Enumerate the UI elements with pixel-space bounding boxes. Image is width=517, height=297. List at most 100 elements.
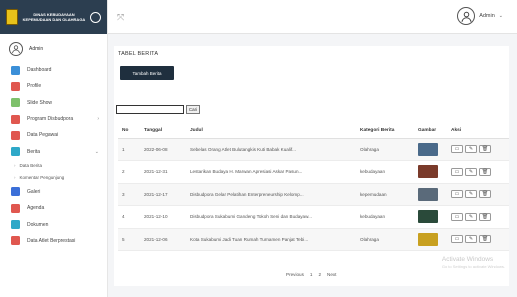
submenu-item-komentar-pengunjung[interactable]: › Komentar Pengunjung [0, 172, 107, 184]
cell-image [414, 160, 447, 184]
user-menu[interactable]: Admin ⌄ [457, 7, 503, 25]
topbar: ⤧ Admin ⌄ [108, 0, 517, 34]
news-thumbnail [418, 142, 438, 156]
employee-icon [11, 130, 20, 140]
submenu-item-data-berita[interactable]: › Data Berita [0, 160, 107, 172]
news-thumbnail [418, 232, 438, 246]
chevron-icon: › [97, 116, 99, 123]
column-header: No [118, 124, 140, 139]
view-icon[interactable]: ▭ [451, 235, 463, 244]
expand-icon[interactable]: ⤧ [117, 12, 124, 23]
avatar [9, 42, 23, 56]
sidebar: DINAS KEBUDAYAAN KEPEMUDAAN DAN OLAHRAGA… [0, 0, 108, 297]
cell-image [414, 205, 447, 229]
sidebar-item-label: Profile [27, 83, 42, 90]
sidebar-item-program-disbudpora[interactable]: Program Disbudpora › [0, 111, 107, 127]
sidebar-item-label: Berita [27, 148, 41, 155]
topbar-user-name: Admin [479, 13, 495, 19]
news-thumbnail [418, 165, 438, 179]
edit-icon[interactable]: ✎ [465, 167, 477, 176]
sidebar-toggle-button[interactable] [90, 11, 101, 23]
sidebar-user: Admin [0, 34, 107, 62]
delete-icon[interactable]: 🗑 [479, 235, 491, 244]
submenu-item-label: Data Berita [19, 163, 43, 169]
delete-icon[interactable]: 🗑 [479, 145, 491, 154]
cell-actions: ▭ ✎ 🗑 [447, 183, 509, 206]
edit-icon[interactable]: ✎ [465, 235, 477, 244]
page-title: TABEL BERITA [118, 51, 159, 57]
cell-title: Sebelas Orang Atlet Bulutangkis Kuti Bab… [186, 138, 356, 161]
document-icon [11, 220, 20, 230]
edit-icon[interactable]: ✎ [465, 190, 477, 199]
user-icon [12, 45, 20, 54]
sidebar-item-data-atlet-berprestasi[interactable]: Data Atlet Berprestasi [0, 233, 107, 249]
view-icon[interactable]: ▭ [451, 212, 463, 221]
cell-image [414, 138, 447, 161]
pagination-next[interactable]: Next [327, 272, 336, 277]
table-row: 2 2021-12-31 Lestarikan Budaya H. Marwan A… [118, 160, 509, 184]
edit-icon[interactable]: ✎ [465, 145, 477, 154]
add-news-button[interactable]: Tambah Berita [120, 66, 174, 80]
sidebar-item-dashboard[interactable]: Dashboard [0, 62, 107, 78]
delete-icon[interactable]: 🗑 [479, 212, 491, 221]
cell-category: Olahraga [356, 228, 414, 251]
cell-no: 1 [118, 138, 140, 161]
windows-activation-watermark: Activate Windows Go to Settings to activ… [442, 256, 505, 269]
view-icon[interactable]: ▭ [451, 145, 463, 154]
sidebar-item-data-pegawai[interactable]: Data Pegawai [0, 127, 107, 143]
news-icon [11, 147, 20, 157]
delete-icon[interactable]: 🗑 [479, 167, 491, 176]
table-row: 1 2022-06-08 Sebelas Orang Atlet Bulutangk… [118, 138, 509, 161]
profile-icon [11, 81, 20, 91]
cell-actions: ▭ ✎ 🗑 [447, 138, 509, 161]
search-button[interactable]: Cari [186, 105, 200, 114]
edit-icon[interactable]: ✎ [465, 212, 477, 221]
table-row: 3 2021-12-17 Disbudpora Gelar Pelatihan En… [118, 183, 509, 206]
submenu-item-label: Komentar Pengunjung [19, 175, 65, 181]
sidebar-item-label: Data Atlet Berprestasi [27, 237, 76, 244]
chevron-icon: ⌄ [94, 148, 99, 155]
column-header: Kategori Berita [356, 124, 414, 139]
pagination-previous[interactable]: Previous [286, 272, 304, 277]
search-input[interactable] [116, 105, 184, 114]
column-header: Judul [186, 124, 356, 139]
cell-category: kebudayaan [356, 205, 414, 229]
column-header: Aksi [447, 124, 509, 139]
sidebar-menu: Dashboard Profile Slide Show Program Disbud… [0, 62, 107, 249]
cell-no: 3 [118, 183, 140, 206]
cell-image [414, 183, 447, 206]
sidebar-item-slide-show[interactable]: Slide Show [0, 95, 107, 111]
brand-header: DINAS KEBUDAYAAN KEPEMUDAAN DAN OLAHRAGA [0, 0, 107, 34]
logo [6, 9, 18, 25]
cell-actions: ▭ ✎ 🗑 [447, 160, 509, 184]
sidebar-item-profile[interactable]: Profile [0, 78, 107, 94]
agenda-icon [11, 203, 20, 213]
column-header: Tanggal [140, 124, 186, 139]
sidebar-item-berita[interactable]: Berita ⌄ [0, 143, 107, 159]
gallery-icon [11, 187, 20, 197]
sidebar-item-dokumen[interactable]: Dokumen [0, 216, 107, 232]
cell-title: Disbudpora Sukabumi Gandeng Tokoh Seni d… [186, 205, 356, 229]
program-icon [11, 114, 20, 124]
dashboard-icon [11, 65, 20, 75]
bullet-icon: › [14, 175, 16, 181]
pagination-page-1[interactable]: 1 [310, 272, 313, 277]
sidebar-item-label: Program Disbudpora [27, 116, 74, 123]
column-header: Gambar [414, 124, 447, 139]
view-icon[interactable]: ▭ [451, 190, 463, 199]
watermark-title: Activate Windows [441, 256, 494, 263]
avatar [457, 7, 476, 25]
table-row: 4 2021-12-10 Disbudpora Sukabumi Gandeng T… [118, 205, 509, 229]
view-icon[interactable]: ▭ [451, 167, 463, 176]
cell-date: 2021-12-31 [140, 160, 186, 184]
news-table: No Tanggal Judul Kategori Berita Gambar Aksi … [118, 124, 509, 251]
delete-icon[interactable]: 🗑 [479, 190, 491, 199]
pagination-page-2[interactable]: 2 [318, 272, 321, 277]
sidebar-item-agenda[interactable]: Agenda [0, 200, 107, 216]
pagination: Previous 1 2 Next [286, 272, 336, 277]
sidebar-item-galeri[interactable]: Galeri [0, 184, 107, 200]
slideshow-icon [11, 98, 20, 108]
cell-category: kepemudaan [356, 183, 414, 206]
user-icon [461, 11, 472, 22]
cell-title: Kota Sukabumi Jadi Tuan Rumah Turnamen P… [186, 228, 356, 251]
